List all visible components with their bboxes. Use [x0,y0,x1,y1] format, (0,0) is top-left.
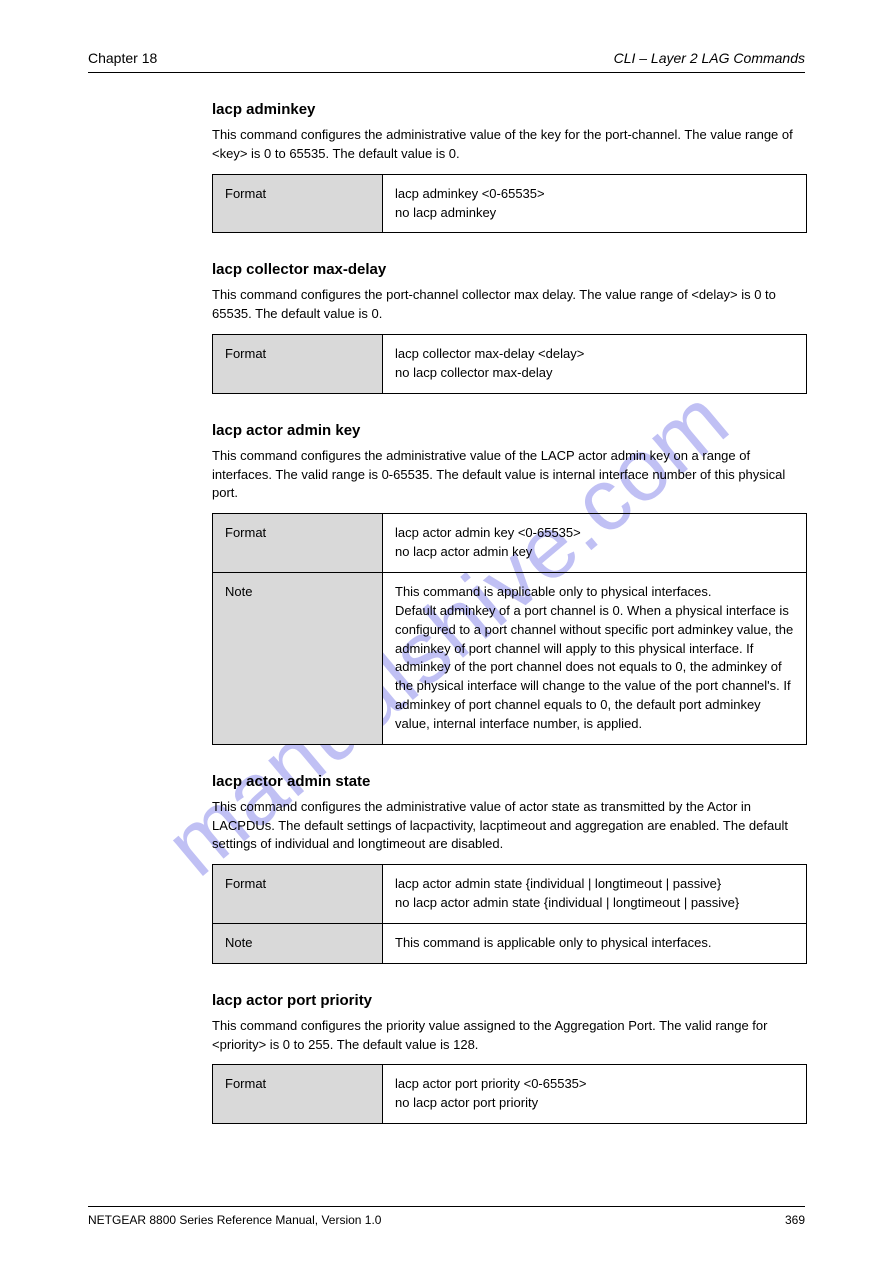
section-desc: This command configures the priority val… [212,1017,805,1055]
page-container: Chapter 18 CLI – Layer 2 LAG Commands la… [0,0,893,1182]
section-lacp-actor-admin-key: lacp actor admin key This command config… [88,422,805,745]
section-desc: This command configures the administrati… [212,126,805,164]
table-row: Format lacp actor port priority <0-65535… [213,1065,807,1124]
section-desc: This command configures the port-channel… [212,286,805,324]
footer-doc-title: NETGEAR 8800 Series Reference Manual, Ve… [88,1213,381,1227]
section-lacp-actor-port-priority: lacp actor port priority This command co… [88,992,805,1124]
section-table: Format lacp actor port priority <0-65535… [212,1064,807,1124]
row-value: lacp actor admin state {individual | lon… [383,865,807,924]
header-title: CLI – Layer 2 LAG Commands [614,50,805,66]
footer-page-number: 369 [785,1213,805,1227]
section-title: lacp actor port priority [212,992,805,1009]
section-table: Format lacp actor admin state {individua… [212,864,807,964]
row-value: lacp actor admin key <0-65535> no lacp a… [383,514,807,573]
section-lacp-adminkey: lacp adminkey This command configures th… [88,101,805,233]
row-label: Note [213,923,383,963]
section-title: lacp adminkey [212,101,805,118]
row-value: lacp collector max-delay <delay> no lacp… [383,335,807,394]
section-table: Format lacp collector max-delay <delay> … [212,334,807,394]
row-label: Format [213,174,383,233]
section-title: lacp actor admin state [212,773,805,790]
section-lacp-actor-admin-state: lacp actor admin state This command conf… [88,773,805,964]
section-table: Format lacp adminkey <0-65535> no lacp a… [212,174,807,234]
page-header: Chapter 18 CLI – Layer 2 LAG Commands [88,50,805,73]
section-lacp-collector-max-delay: lacp collector max-delay This command co… [88,261,805,393]
table-row: Format lacp adminkey <0-65535> no lacp a… [213,174,807,233]
section-desc: This command configures the administrati… [212,447,805,504]
table-row: Note This command is applicable only to … [213,572,807,744]
row-label: Note [213,572,383,744]
table-row: Format lacp collector max-delay <delay> … [213,335,807,394]
table-row: Format lacp actor admin key <0-65535> no… [213,514,807,573]
row-label: Format [213,865,383,924]
row-value: lacp actor port priority <0-65535> no la… [383,1065,807,1124]
section-title: lacp collector max-delay [212,261,805,278]
section-desc: This command configures the administrati… [212,798,805,855]
header-chapter: Chapter 18 [88,50,157,66]
row-value: lacp adminkey <0-65535> no lacp adminkey [383,174,807,233]
row-label: Format [213,335,383,394]
table-row: Note This command is applicable only to … [213,923,807,963]
page-footer: NETGEAR 8800 Series Reference Manual, Ve… [88,1206,805,1227]
row-value: This command is applicable only to physi… [383,572,807,744]
table-row: Format lacp actor admin state {individua… [213,865,807,924]
row-label: Format [213,1065,383,1124]
section-title: lacp actor admin key [212,422,805,439]
section-table: Format lacp actor admin key <0-65535> no… [212,513,807,744]
row-value: This command is applicable only to physi… [383,923,807,963]
row-label: Format [213,514,383,573]
